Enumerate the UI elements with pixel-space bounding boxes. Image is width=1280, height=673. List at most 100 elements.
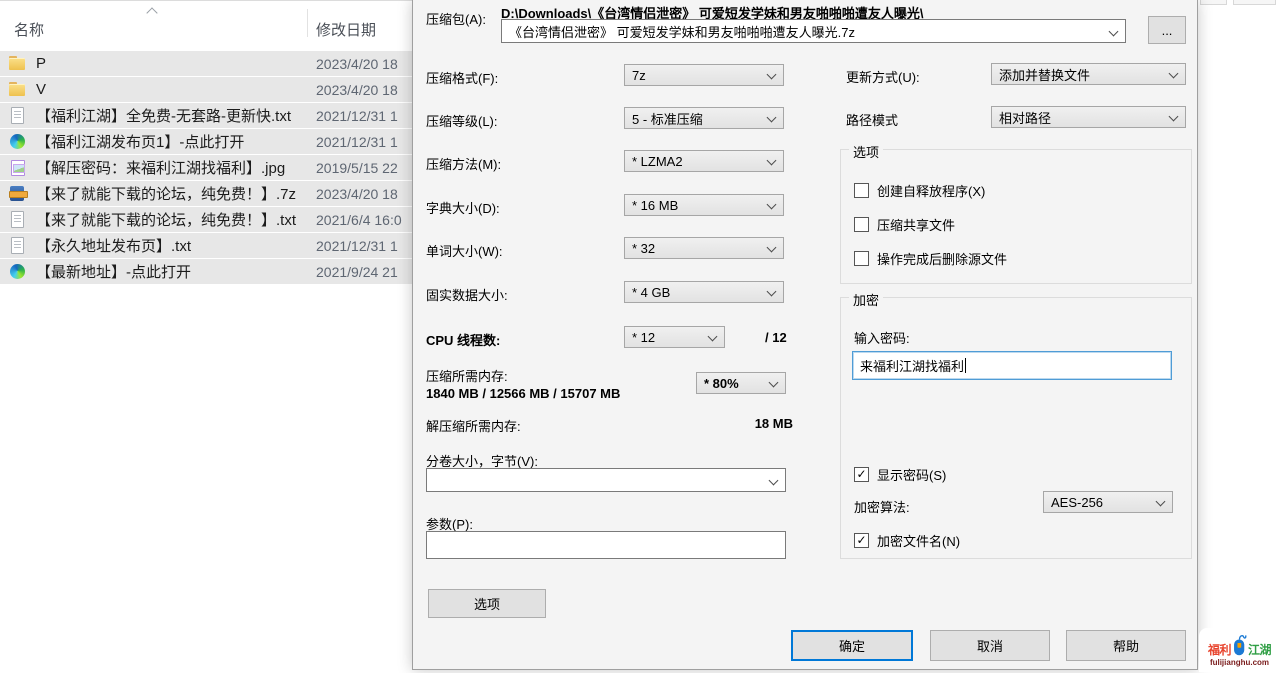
- memory-compress-detail: 1840 MB / 12566 MB / 15707 MB: [426, 386, 620, 401]
- file-row[interactable]: 【来了就能下载的论坛，纯免费！】.txt 2021/6/4 16:0: [0, 207, 412, 232]
- file-row[interactable]: 【解压密码：来福利江湖找福利】.jpg 2019/5/15 22: [0, 155, 412, 180]
- file-name: 【来了就能下载的论坛，纯免费！】.txt: [36, 209, 296, 230]
- format-dropdown[interactable]: 7z: [624, 64, 784, 86]
- column-header-name[interactable]: 名称: [14, 19, 44, 40]
- file-date: 2023/4/20 18: [316, 186, 398, 202]
- folder-icon: [9, 55, 27, 72]
- update-mode-dropdown[interactable]: 添加并替换文件: [991, 63, 1186, 85]
- shared-files-checkbox-row[interactable]: 压缩共享文件: [854, 215, 955, 234]
- file-name: 【永久地址发布页】.txt: [36, 235, 191, 256]
- edge-icon: [9, 263, 27, 280]
- encryption-method-dropdown[interactable]: AES-256: [1043, 491, 1173, 513]
- checkbox-unchecked[interactable]: [854, 251, 869, 266]
- delete-after-checkbox-label: 操作完成后删除源文件: [877, 249, 1007, 268]
- chevron-down-icon: [708, 332, 718, 342]
- chevron-down-icon: [1109, 27, 1119, 37]
- chevron-down-icon: [769, 378, 779, 388]
- file-date: 2023/4/20 18: [316, 82, 398, 98]
- word-size-dropdown[interactable]: * 32: [624, 237, 784, 259]
- file-date: 2021/12/31 1: [316, 238, 398, 254]
- mouse-icon: [1232, 632, 1247, 658]
- parameters-input[interactable]: [426, 531, 786, 559]
- file-date: 2023/4/20 18: [316, 56, 398, 72]
- 7zip-add-archive-dialog: 压缩包(A): D:\Downloads\《台湾情侣泄密》 可爱短发学妹和男友啪…: [412, 0, 1198, 670]
- cancel-button[interactable]: 取消: [930, 630, 1050, 661]
- window-fragment: [1200, 0, 1227, 5]
- file-name: P: [36, 55, 46, 72]
- file-date: 2019/5/15 22: [316, 160, 398, 176]
- chevron-down-icon: [767, 70, 777, 80]
- folder-icon: [9, 81, 27, 98]
- sfx-checkbox-label: 创建自释放程序(X): [877, 181, 985, 200]
- text-file-icon: [9, 237, 27, 254]
- watermark-logo-row: 福利 江湖: [1208, 632, 1271, 658]
- path-mode-label: 路径模式: [846, 110, 898, 129]
- text-file-icon: [9, 107, 27, 124]
- watermark-text-left: 福利: [1208, 641, 1231, 658]
- file-row[interactable]: 【福利江湖发布页1】-点此打开 2021/12/31 1: [0, 129, 412, 154]
- archive-name-value: 《台湾情侣泄密》 可爱短发学妹和男友啪啪啪遭友人曝光.7z: [509, 22, 855, 41]
- shared-files-checkbox-label: 压缩共享文件: [877, 215, 955, 234]
- file-name: 【来了就能下载的论坛，纯免费！】.7z: [36, 183, 296, 204]
- update-mode-label: 更新方式(U):: [846, 67, 920, 86]
- file-row[interactable]: 【最新地址】-点此打开 2021/9/24 21: [0, 259, 412, 284]
- file-date: 2021/9/24 21: [316, 264, 398, 280]
- file-date: 2021/12/31 1: [316, 134, 398, 150]
- fulijianghu-watermark: 福利 江湖 fulijianghu.com: [1199, 628, 1280, 672]
- sfx-checkbox-row[interactable]: 创建自释放程序(X): [854, 181, 985, 200]
- volume-size-combobox[interactable]: [426, 468, 786, 492]
- checkbox-checked[interactable]: ✓: [854, 533, 869, 548]
- ok-button[interactable]: 确定: [791, 630, 913, 661]
- chevron-down-icon: [1169, 112, 1179, 122]
- password-value: 来福利江湖找福利: [860, 356, 964, 375]
- chevron-down-icon: [1169, 69, 1179, 79]
- checkbox-unchecked[interactable]: [854, 217, 869, 232]
- column-divider[interactable]: [307, 9, 308, 37]
- method-dropdown[interactable]: * LZMA2: [624, 150, 784, 172]
- dictionary-dropdown[interactable]: * 16 MB: [624, 194, 784, 216]
- method-label: 压缩方法(M):: [426, 154, 501, 173]
- archive-name-combobox[interactable]: 《台湾情侣泄密》 可爱短发学妹和男友啪啪啪遭友人曝光.7z: [501, 19, 1126, 43]
- level-label: 压缩等级(L):: [426, 111, 498, 130]
- memory-compress-label: 压缩所需内存:: [426, 366, 508, 385]
- file-list: P 2023/4/20 18 V 2023/4/20 18 【福利江湖】全免费-…: [0, 51, 412, 285]
- level-dropdown[interactable]: 5 - 标准压缩: [624, 107, 784, 129]
- show-password-checkbox-row[interactable]: ✓ 显示密码(S): [854, 465, 946, 484]
- chevron-down-icon: [767, 243, 777, 253]
- file-row[interactable]: V 2023/4/20 18: [0, 77, 412, 102]
- file-name: 【福利江湖】全免费-无套路-更新快.txt: [36, 105, 291, 126]
- password-input[interactable]: 来福利江湖找福利: [852, 351, 1172, 380]
- help-button[interactable]: 帮助: [1066, 630, 1186, 661]
- file-row[interactable]: 【来了就能下载的论坛，纯免费！】.7z 2023/4/20 18: [0, 181, 412, 206]
- memory-percent-dropdown[interactable]: * 80%: [696, 372, 786, 394]
- threads-max: / 12: [765, 330, 787, 345]
- file-row[interactable]: 【福利江湖】全免费-无套路-更新快.txt 2021/12/31 1: [0, 103, 412, 128]
- checkbox-unchecked[interactable]: [854, 183, 869, 198]
- chevron-down-icon: [767, 156, 777, 166]
- encrypt-filenames-checkbox-row[interactable]: ✓ 加密文件名(N): [854, 531, 960, 550]
- threads-dropdown[interactable]: * 12: [624, 326, 725, 348]
- options-button[interactable]: 选项: [428, 589, 546, 618]
- options-group-title: 选项: [849, 142, 883, 161]
- path-mode-dropdown[interactable]: 相对路径: [991, 106, 1186, 128]
- memory-decompress-label: 解压缩所需内存:: [426, 416, 521, 435]
- file-name: V: [36, 81, 46, 98]
- text-file-icon: [9, 211, 27, 228]
- encrypt-filenames-checkbox-label: 加密文件名(N): [877, 531, 960, 550]
- chevron-down-icon: [767, 113, 777, 123]
- threads-label: CPU 线程数:: [426, 330, 500, 349]
- chevron-down-icon: [769, 476, 779, 486]
- text-cursor: [965, 358, 966, 373]
- browse-button[interactable]: ...: [1148, 16, 1186, 44]
- password-label: 输入密码:: [854, 328, 910, 347]
- chevron-down-icon: [767, 200, 777, 210]
- window-fragment: [1233, 0, 1276, 5]
- encryption-group-title: 加密: [849, 290, 883, 309]
- solid-size-dropdown[interactable]: * 4 GB: [624, 281, 784, 303]
- solid-size-label: 固实数据大小:: [426, 285, 508, 304]
- file-row[interactable]: 【永久地址发布页】.txt 2021/12/31 1: [0, 233, 412, 258]
- delete-after-checkbox-row[interactable]: 操作完成后删除源文件: [854, 249, 1007, 268]
- file-row[interactable]: P 2023/4/20 18: [0, 51, 412, 76]
- column-header-date[interactable]: 修改日期: [316, 19, 376, 40]
- checkbox-checked[interactable]: ✓: [854, 467, 869, 482]
